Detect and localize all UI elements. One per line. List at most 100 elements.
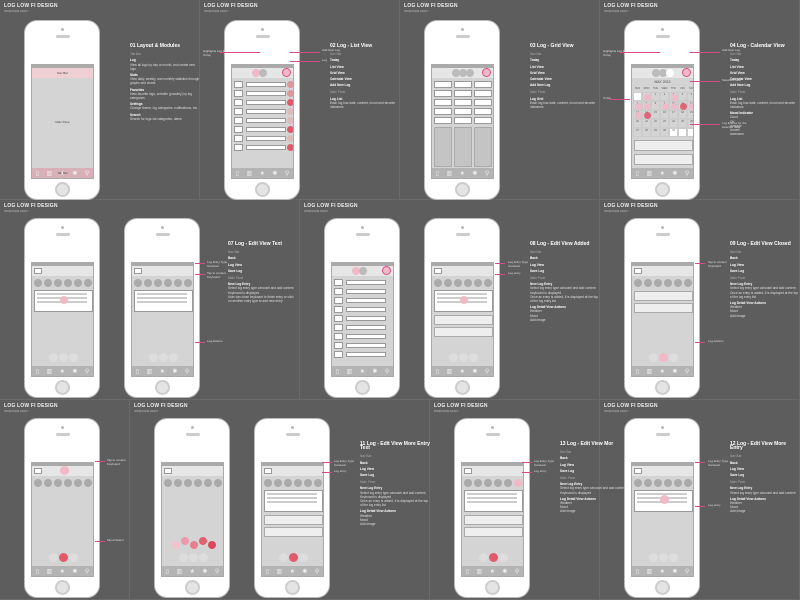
star-icon[interactable]: ★ bbox=[260, 170, 265, 177]
home-button[interactable] bbox=[455, 182, 470, 197]
calendar-day[interactable]: 8 bbox=[651, 101, 660, 110]
gear-icon[interactable]: ✺ bbox=[202, 568, 207, 575]
home-button[interactable] bbox=[255, 182, 270, 197]
calendar-day[interactable]: 30 bbox=[660, 128, 669, 137]
back-button[interactable] bbox=[264, 468, 272, 474]
calendar-day[interactable]: 21 bbox=[642, 119, 651, 128]
entry-type-button[interactable] bbox=[164, 279, 172, 287]
gear-icon[interactable]: ✺ bbox=[672, 368, 677, 375]
calendar-day[interactable]: 2 bbox=[660, 92, 669, 101]
entry-type-button[interactable] bbox=[474, 479, 482, 487]
action-button[interactable] bbox=[649, 553, 658, 562]
home-button[interactable] bbox=[285, 580, 300, 595]
gear-icon[interactable]: ✺ bbox=[72, 568, 77, 575]
entry-type-button[interactable] bbox=[664, 279, 672, 287]
search-icon[interactable]: ⚲ bbox=[385, 368, 389, 375]
mood-option[interactable] bbox=[199, 537, 207, 545]
entry-type-button[interactable] bbox=[634, 479, 642, 487]
log-icon[interactable]: ▯ bbox=[266, 568, 269, 575]
home-button[interactable] bbox=[355, 380, 370, 395]
search-icon[interactable]: ⚲ bbox=[315, 568, 319, 575]
entry-type-button[interactable] bbox=[294, 479, 302, 487]
star-icon[interactable]: ★ bbox=[660, 170, 665, 177]
action-button[interactable] bbox=[169, 353, 178, 362]
entry-type-button[interactable] bbox=[674, 479, 682, 487]
log-list-row[interactable] bbox=[334, 351, 393, 358]
calendar-day[interactable]: 24 bbox=[669, 119, 678, 128]
entry-type-button[interactable] bbox=[54, 279, 62, 287]
action-button[interactable] bbox=[459, 353, 468, 362]
calendar-day[interactable]: 12 bbox=[687, 101, 693, 110]
star-icon[interactable]: ★ bbox=[290, 568, 295, 575]
entry-type-button[interactable] bbox=[464, 279, 472, 287]
mood-option[interactable] bbox=[190, 541, 198, 549]
gear-icon[interactable]: ✺ bbox=[172, 368, 177, 375]
calendar-day[interactable]: 16 bbox=[660, 110, 669, 119]
action-button[interactable] bbox=[499, 553, 508, 562]
back-button[interactable] bbox=[164, 468, 172, 474]
log-list-row[interactable] bbox=[234, 108, 293, 115]
entry-type-button[interactable] bbox=[504, 479, 512, 487]
entry-type-button[interactable] bbox=[84, 479, 92, 487]
home-button[interactable] bbox=[55, 182, 70, 197]
stats-icon[interactable]: ▥ bbox=[46, 368, 52, 375]
calendar-day[interactable]: 27 bbox=[633, 128, 642, 137]
mood-option[interactable] bbox=[208, 541, 216, 549]
entry-type-button[interactable] bbox=[444, 279, 452, 287]
back-button[interactable] bbox=[34, 268, 42, 274]
entry-type-button[interactable] bbox=[494, 479, 502, 487]
action-button[interactable] bbox=[59, 353, 68, 362]
star-icon[interactable]: ★ bbox=[660, 568, 665, 575]
stats-icon[interactable]: ▥ bbox=[276, 568, 282, 575]
back-button[interactable] bbox=[464, 468, 472, 474]
search-icon[interactable]: ⚲ bbox=[285, 170, 289, 177]
home-button[interactable] bbox=[55, 580, 70, 595]
search-icon[interactable]: ⚲ bbox=[485, 368, 489, 375]
log-list-row[interactable] bbox=[234, 99, 293, 106]
calendar-day[interactable]: 22 bbox=[651, 119, 660, 128]
calendar-day[interactable]: 20 bbox=[633, 119, 642, 128]
entry-type-button[interactable] bbox=[74, 279, 82, 287]
entry-type-button[interactable] bbox=[484, 479, 492, 487]
entry-type-button[interactable] bbox=[74, 479, 82, 487]
gear-icon[interactable]: ✺ bbox=[372, 368, 377, 375]
calendar-day[interactable] bbox=[687, 128, 693, 137]
action-button[interactable] bbox=[159, 353, 168, 362]
star-icon[interactable]: ★ bbox=[60, 568, 65, 575]
home-button[interactable] bbox=[655, 182, 670, 197]
action-button[interactable] bbox=[69, 553, 78, 562]
calendar-day[interactable]: 6 bbox=[633, 101, 642, 110]
home-button[interactable] bbox=[185, 580, 200, 595]
log-list-row[interactable] bbox=[334, 324, 393, 331]
action-button[interactable] bbox=[59, 553, 68, 562]
entry-type-button[interactable] bbox=[34, 479, 42, 487]
star-icon[interactable]: ★ bbox=[460, 368, 465, 375]
home-button[interactable] bbox=[485, 580, 500, 595]
stats-icon[interactable]: ▥ bbox=[646, 568, 652, 575]
search-icon[interactable]: ⚲ bbox=[85, 368, 89, 375]
log-list-row[interactable] bbox=[334, 279, 393, 286]
action-button[interactable] bbox=[289, 553, 298, 562]
action-button[interactable] bbox=[479, 553, 488, 562]
calendar-day[interactable]: 23 bbox=[660, 119, 669, 128]
calendar-day[interactable]: 4 bbox=[678, 92, 687, 101]
search-icon[interactable]: ⚲ bbox=[485, 170, 489, 177]
action-button[interactable] bbox=[659, 353, 668, 362]
home-button[interactable] bbox=[655, 380, 670, 395]
stats-icon[interactable]: ▥ bbox=[646, 368, 652, 375]
action-button[interactable] bbox=[489, 553, 498, 562]
action-button[interactable] bbox=[69, 353, 78, 362]
calendar-day[interactable]: 29 bbox=[651, 128, 660, 137]
entry-type-button[interactable] bbox=[654, 279, 662, 287]
entry-type-button[interactable] bbox=[434, 279, 442, 287]
home-button[interactable] bbox=[155, 380, 170, 395]
entry-type-button[interactable] bbox=[314, 479, 322, 487]
log-list-row[interactable] bbox=[234, 81, 293, 88]
action-button[interactable] bbox=[279, 553, 288, 562]
gear-icon[interactable]: ✺ bbox=[672, 568, 677, 575]
stats-icon[interactable]: ▥ bbox=[646, 170, 652, 177]
entry-type-button[interactable] bbox=[464, 479, 472, 487]
stats-icon[interactable]: ▥ bbox=[146, 368, 152, 375]
mood-option[interactable] bbox=[181, 537, 189, 545]
back-button[interactable] bbox=[134, 268, 142, 274]
